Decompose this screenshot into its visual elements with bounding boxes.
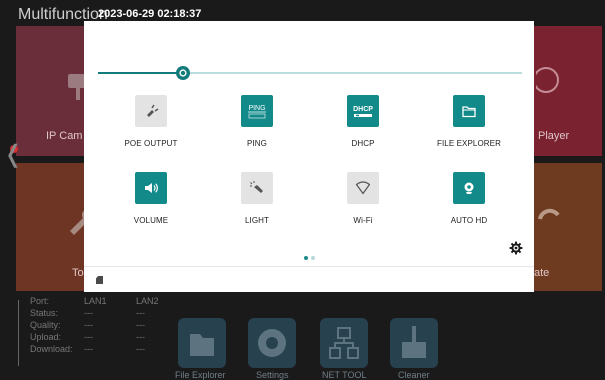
- tile-button[interactable]: [135, 172, 167, 204]
- tile-button[interactable]: [135, 95, 167, 127]
- slider-fill: [98, 72, 183, 74]
- network-row: Status: --- ---: [30, 308, 190, 320]
- folder-icon: [190, 334, 214, 356]
- lan2-value: ---: [136, 332, 145, 342]
- tile-volume[interactable]: VOLUME: [98, 172, 204, 225]
- tile-file-explorer[interactable]: FILE EXPLORER: [416, 95, 522, 148]
- lan1-header: LAN1: [84, 296, 107, 306]
- lan2-value: ---: [136, 320, 145, 330]
- tile-light[interactable]: LIGHT: [204, 172, 310, 225]
- tile-ip-camera[interactable]: IP Cam: [16, 26, 92, 156]
- dock-label: NET TOOL: [322, 370, 367, 380]
- row-label: Quality:: [30, 320, 61, 330]
- dock-label: File Explorer: [175, 370, 226, 380]
- plug-icon: [147, 104, 159, 117]
- network-row: Download: --- ---: [30, 344, 190, 356]
- tile-label: AUTO HD: [450, 216, 488, 225]
- svg-text:PING: PING: [248, 105, 265, 112]
- tile-label: FILE EXPLORER: [437, 139, 501, 148]
- lan2-header: LAN2: [136, 296, 159, 306]
- row-label: Download:: [30, 344, 73, 354]
- folder-icon: [462, 106, 476, 118]
- ping-icon: PING: [248, 105, 266, 119]
- gear-icon: [258, 329, 286, 357]
- dock-cleaner[interactable]: [390, 318, 438, 368]
- dock-net-tool[interactable]: [320, 318, 368, 368]
- network-icon: [329, 327, 359, 359]
- wifi-icon: [355, 181, 371, 195]
- dock-label: Settings: [256, 370, 289, 380]
- dhcp-icon: DHCP: [353, 106, 373, 117]
- tile-label: Wi-Fi: [353, 216, 373, 225]
- brightness-icon[interactable]: [175, 65, 191, 81]
- tile-button[interactable]: [347, 172, 379, 204]
- row-label: Status:: [30, 308, 59, 318]
- sim-card-icon: [96, 276, 103, 284]
- flashlight-icon: [250, 181, 263, 193]
- port-header: Port:: [30, 296, 50, 306]
- dock-file-explorer[interactable]: [178, 318, 226, 368]
- tile-button[interactable]: DHCP: [347, 95, 379, 127]
- tile-update[interactable]: ate: [534, 163, 602, 291]
- page-dot: [311, 256, 315, 260]
- lan2-value: ---: [136, 344, 145, 354]
- lan1-value: ---: [84, 320, 93, 330]
- tile-label: POE OUTPUT: [124, 139, 178, 148]
- tile-button[interactable]: [241, 172, 273, 204]
- brightness-slider[interactable]: [98, 66, 522, 80]
- tile-auto-hd[interactable]: AUTO HD: [416, 172, 522, 225]
- lan1-value: ---: [84, 308, 93, 318]
- tile-label: VOLUME: [133, 216, 169, 225]
- tile-label: ate: [534, 267, 550, 279]
- svg-text:DHCP: DHCP: [353, 106, 373, 113]
- tile-ping[interactable]: PING PING: [204, 95, 310, 148]
- tile-media-player[interactable]: Player: [534, 26, 602, 156]
- page-dot-active: [304, 256, 308, 260]
- tile-button[interactable]: [453, 95, 485, 127]
- tile-button[interactable]: PING: [241, 95, 273, 127]
- refresh-icon: [538, 208, 560, 220]
- tile-label: IP Cam: [46, 130, 83, 142]
- camera-icon: [464, 182, 474, 194]
- tile-label: To: [72, 267, 84, 279]
- dock-label: Cleaner: [398, 370, 430, 380]
- lan1-value: ---: [84, 332, 93, 342]
- dock-settings[interactable]: [248, 318, 296, 368]
- lan2-value: ---: [136, 308, 145, 318]
- tile-dhcp[interactable]: DHCP DHCP: [310, 95, 416, 148]
- broom-icon: [402, 326, 426, 358]
- bracket-divider: [18, 300, 26, 366]
- status-timestamp: 2023-06-29 02:18:37: [98, 8, 202, 20]
- tile-label: DHCP: [351, 139, 375, 148]
- network-row: Upload: --- ---: [30, 332, 190, 344]
- speaker-icon: [145, 183, 158, 193]
- panel-footer: [84, 266, 534, 292]
- tile-tools[interactable]: To: [16, 163, 94, 291]
- row-label: Upload:: [30, 332, 62, 342]
- chevron-left-icon[interactable]: ❬: [3, 140, 23, 169]
- tile-label: Player: [538, 130, 570, 142]
- quick-settings-panel: POE OUTPUT PING PING DHCP DHCP FILE EXPL…: [84, 21, 534, 266]
- tile-button[interactable]: [453, 172, 485, 204]
- tile-label: LIGHT: [244, 216, 270, 225]
- page-indicator[interactable]: [304, 247, 318, 265]
- tile-poe-output[interactable]: POE OUTPUT: [98, 95, 204, 148]
- settings-gear-icon[interactable]: [509, 241, 523, 255]
- network-row: Quality: --- ---: [30, 320, 190, 332]
- play-icon: [536, 67, 559, 93]
- tile-wifi[interactable]: Wi-Fi: [310, 172, 416, 225]
- lan1-value: ---: [84, 344, 93, 354]
- tile-label: PING: [247, 139, 267, 148]
